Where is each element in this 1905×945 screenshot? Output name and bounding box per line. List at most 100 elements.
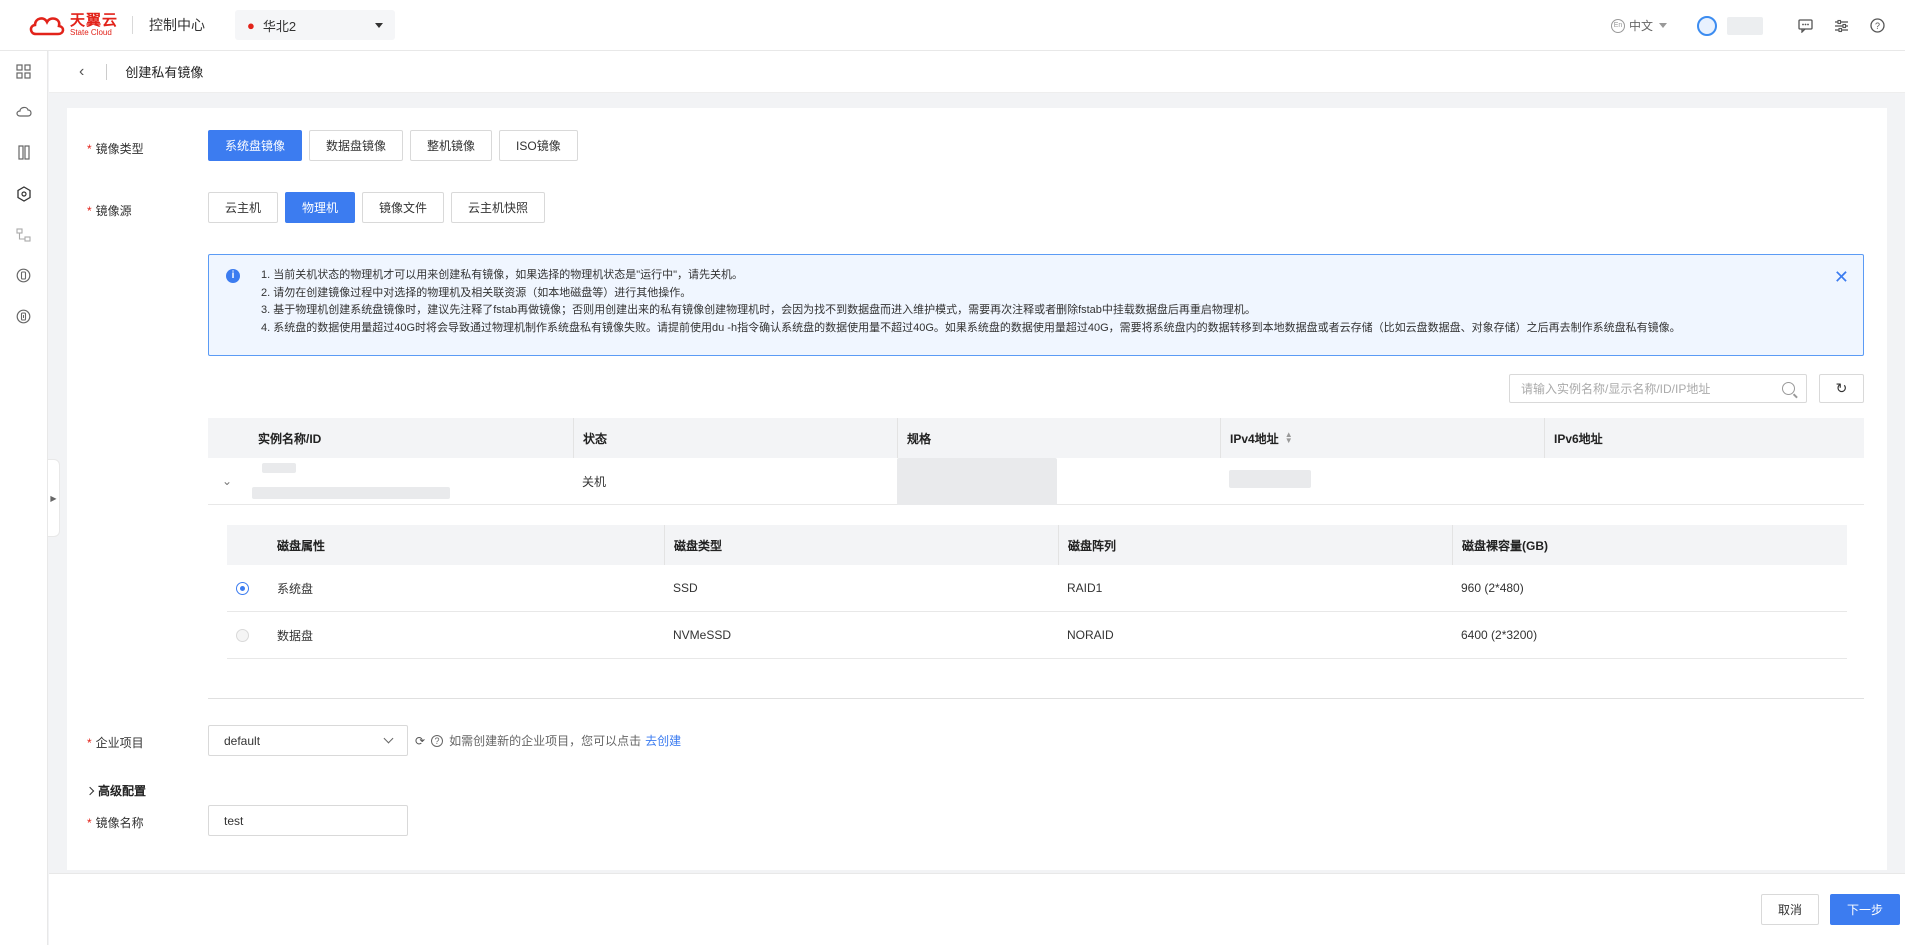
cloud-service-icon[interactable] [15, 103, 32, 120]
server-icon[interactable] [15, 144, 32, 161]
help-icon[interactable]: ? [431, 734, 444, 747]
logo-text-en: State Cloud [70, 28, 112, 37]
redacted-text [262, 463, 297, 473]
avatar[interactable] [1697, 15, 1717, 36]
disk-attr-cell: 数据盘 [227, 612, 664, 658]
spec-cell [897, 458, 1220, 505]
refresh-button[interactable]: ↻ [1819, 374, 1864, 403]
project-select[interactable]: default [208, 725, 408, 756]
page-title: 创建私有镜像 [125, 65, 204, 80]
table-row[interactable]: 数据盘 NVMeSSD NORAID 6400 (2*3200) [227, 612, 1847, 659]
create-project-link[interactable]: 去创建 [645, 732, 681, 749]
search-input[interactable] [1521, 381, 1782, 396]
redacted-text [1229, 470, 1311, 488]
notice-line-3: 3. 基于物理机创建系统盘镜像时，建议先注释了fstab再做镜像；否则用创建出来… [261, 304, 1256, 316]
next-step-button[interactable]: 下一步 [1830, 894, 1900, 925]
col-status: 状态 [573, 418, 897, 458]
divider [106, 63, 108, 80]
dashboard-grid-icon[interactable] [15, 63, 32, 80]
back-arrow-icon[interactable]: ‹ [79, 63, 84, 81]
source-image-file[interactable]: 镜像文件 [362, 192, 445, 223]
network-icon[interactable] [15, 226, 32, 243]
col-disk-raid: 磁盘阵列 [1058, 525, 1452, 565]
refresh-icon: ↻ [1835, 380, 1848, 396]
instance-name-cell: ⌄ [208, 458, 573, 504]
caret-down-icon [1659, 23, 1667, 28]
logo[interactable]: 天翼云 State Cloud [28, 12, 118, 38]
disk-capacity-cell: 960 (2*480) [1461, 581, 1524, 595]
source-cloud-host[interactable]: 云主机 [208, 192, 279, 223]
image-type-whole-machine[interactable]: 整机镜像 [410, 130, 493, 161]
security-icon[interactable] [15, 267, 32, 284]
language-switch[interactable]: En 中文 [1610, 17, 1667, 34]
col-disk-capacity: 磁盘裸容量(GB) [1452, 525, 1847, 565]
disk-attr-cell: 系统盘 [227, 565, 664, 611]
col-ipv4[interactable]: IPv4地址 ▲ ▼ [1220, 418, 1544, 458]
chevron-down-icon[interactable]: ⌄ [222, 474, 232, 488]
instance-table: 实例名称/ID 状态 规格 IPv4地址 ▲ ▼ IPv6地址 ⌄ 关机 [208, 418, 1864, 505]
image-hexagon-icon[interactable] [15, 185, 32, 202]
disk-radio-data[interactable] [236, 628, 249, 642]
message-icon[interactable] [1797, 18, 1813, 34]
table-row[interactable]: 系统盘 SSD RAID1 960 (2*480) [227, 565, 1847, 612]
image-type-system-disk[interactable]: 系统盘镜像 [208, 130, 303, 161]
project-value: default [224, 733, 261, 748]
close-icon[interactable]: ✕ [1834, 267, 1849, 288]
image-type-data-disk[interactable]: 数据盘镜像 [309, 130, 404, 161]
sidebar [0, 51, 48, 945]
sort-icon[interactable]: ▲ ▼ [1285, 431, 1293, 445]
refresh-icon[interactable]: ⟳ [415, 734, 425, 748]
project-hint: ⟳ ? 如需创建新的企业项目，您可以点击 去创建 [415, 732, 681, 749]
caret-down-icon [375, 22, 384, 28]
top-bar: 天翼云 State Cloud 控制中心 ● 华北2 En 中文 ? [0, 0, 1905, 51]
search-field [1509, 374, 1807, 403]
source-cloud-snapshot[interactable]: 云主机快照 [451, 192, 546, 223]
console-title[interactable]: 控制中心 [149, 15, 205, 35]
ipv6-cell [1544, 458, 1864, 504]
image-type-iso[interactable]: ISO镜像 [499, 130, 578, 161]
disk-raid-cell: RAID1 [1067, 581, 1103, 595]
disk-table-header: 磁盘属性 磁盘类型 磁盘阵列 磁盘裸容量(GB) [227, 525, 1847, 565]
language-label: 中文 [1628, 19, 1653, 33]
sidebar-expand-toggle[interactable]: ▶ [48, 459, 60, 537]
image-type-group: 系统盘镜像 数据盘镜像 整机镜像 ISO镜像 [208, 130, 585, 161]
disk-table: 磁盘属性 磁盘类型 磁盘阵列 磁盘裸容量(GB) 系统盘 SSD RAID1 9… [227, 525, 1847, 659]
username-redacted[interactable] [1727, 16, 1763, 35]
source-physical-machine[interactable]: 物理机 [285, 192, 356, 223]
logo-text-cn: 天翼云 [70, 12, 119, 29]
search-icon[interactable] [1782, 382, 1795, 395]
required-mark: * [87, 816, 92, 830]
chevron-right-icon [85, 786, 95, 795]
table-row[interactable]: ⌄ 关机 [208, 458, 1864, 505]
caret-right-icon: ▶ [50, 493, 57, 503]
instance-table-header: 实例名称/ID 状态 规格 IPv4地址 ▲ ▼ IPv6地址 [208, 418, 1864, 458]
region-select[interactable]: ● 华北2 [235, 10, 396, 40]
col-ipv6: IPv6地址 [1544, 418, 1864, 458]
image-type-label: * 镜像类型 [87, 142, 144, 156]
image-name-input[interactable] [208, 805, 408, 836]
help-icon[interactable]: ? [1869, 18, 1885, 34]
required-mark: * [87, 142, 92, 156]
image-source-label: * 镜像源 [87, 204, 132, 218]
required-mark: * [87, 736, 92, 750]
redacted-text [252, 487, 451, 499]
image-source-group: 云主机 物理机 镜像文件 云主机快照 [208, 192, 552, 223]
settings-sliders-icon[interactable] [1833, 18, 1849, 34]
ipv4-cell [1220, 458, 1544, 504]
storage-icon[interactable] [15, 308, 32, 325]
col-instance-name: 实例名称/ID [258, 431, 322, 446]
language-icon: En [1610, 18, 1625, 33]
notice-line-2: 2. 请勿在创建镜像过程中对选择的物理机及相关联资源（如本地磁盘等）进行其他操作… [261, 286, 692, 299]
notice-line-1: 1. 当前关机状态的物理机才可以用来创建私有镜像，如果选择的物理机状态是"运行中… [261, 269, 744, 281]
disk-type-cell: SSD [673, 581, 698, 595]
col-disk-attr: 磁盘属性 [277, 538, 326, 553]
notice-box: i 1. 当前关机状态的物理机才可以用来创建私有镜像，如果选择的物理机状态是"运… [208, 254, 1864, 356]
status-cell: 关机 [582, 474, 607, 489]
divider [132, 16, 134, 34]
disk-radio-system[interactable] [236, 581, 249, 595]
page-header: ‹ 创建私有镜像 [49, 51, 1905, 93]
advanced-config-toggle[interactable]: 高级配置 [85, 782, 146, 799]
cancel-button[interactable]: 取消 [1761, 894, 1819, 925]
form-card: * 镜像类型 系统盘镜像 数据盘镜像 整机镜像 ISO镜像 * 镜像源 云主机 物理… [67, 108, 1887, 870]
image-name-label: * 镜像名称 [87, 816, 144, 830]
